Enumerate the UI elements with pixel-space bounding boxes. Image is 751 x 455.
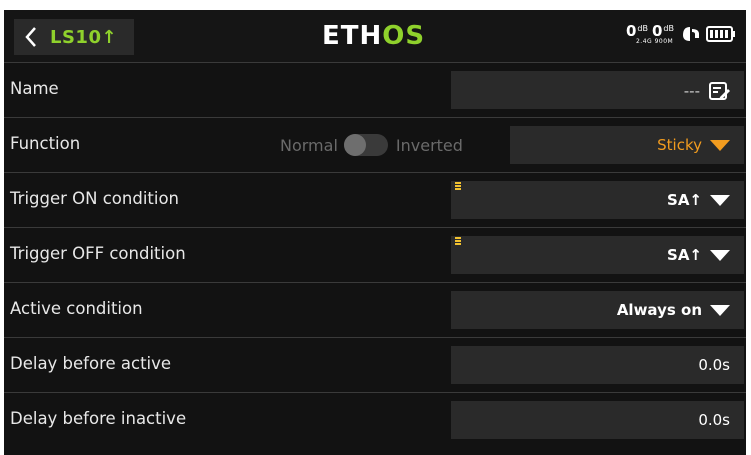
edit-icon — [709, 82, 730, 100]
trigger-on-value: SA↑ — [667, 191, 702, 209]
logic-switch-title: LS10↑ — [50, 26, 118, 48]
name-value: --- — [683, 82, 700, 100]
invert-switch[interactable] — [343, 134, 388, 156]
trigger-on-dropdown[interactable]: SA↑ — [451, 181, 744, 219]
delay-active-label: Delay before active — [10, 354, 172, 373]
function-value: Sticky — [657, 136, 702, 154]
status-area: 0 dB 0 dB 2.4G 900M — [626, 24, 736, 45]
delay-inactive-value: 0.0s — [698, 411, 730, 429]
name-field[interactable]: --- — [451, 71, 744, 109]
row-delay-inactive: Delay before inactive 0.0s — [4, 392, 746, 447]
trigger-off-value: SA↑ — [667, 246, 702, 264]
chevron-left-icon — [25, 27, 36, 47]
function-dropdown[interactable]: Sticky — [510, 126, 744, 164]
normal-label: Normal — [280, 135, 338, 155]
dropdown-arrow-icon — [710, 249, 730, 261]
options-menu-icon[interactable] — [455, 236, 461, 245]
delay-inactive-field[interactable]: 0.0s — [451, 401, 744, 439]
row-function: Function Normal Inverted Sticky — [4, 117, 746, 172]
row-name: Name --- — [4, 62, 746, 117]
name-label: Name — [10, 79, 59, 98]
rssi-24-value: 0 — [625, 22, 637, 40]
options-menu-icon[interactable] — [455, 181, 461, 190]
dropdown-arrow-icon — [710, 304, 730, 316]
row-delay-active: Delay before active 0.0s — [4, 337, 746, 392]
radio-screen: LS10↑ ETHOS 0 dB 0 dB 2.4G 900M Name ---… — [4, 10, 746, 455]
active-condition-label: Active condition — [10, 299, 143, 318]
settings-list: Name --- Function Normal Inverted Sticky… — [4, 62, 746, 447]
dropdown-arrow-icon — [710, 139, 730, 151]
trigger-off-label: Trigger OFF condition — [10, 244, 186, 263]
header-bar: LS10↑ ETHOS 0 dB 0 dB 2.4G 900M — [4, 10, 746, 62]
delay-active-value: 0.0s — [698, 356, 730, 374]
delay-active-field[interactable]: 0.0s — [451, 346, 744, 384]
audio-icon — [683, 27, 699, 41]
switch-knob — [343, 134, 366, 156]
function-label: Function — [10, 134, 81, 153]
row-active-condition: Active condition Always on — [4, 282, 746, 337]
trigger-off-dropdown[interactable]: SA↑ — [451, 236, 744, 274]
active-condition-dropdown[interactable]: Always on — [451, 291, 744, 329]
inverted-label: Inverted — [395, 135, 463, 155]
row-trigger-on: Trigger ON condition SA↑ — [4, 172, 746, 227]
rssi-900-value: 0 — [651, 22, 663, 40]
row-trigger-off: Trigger OFF condition SA↑ — [4, 227, 746, 282]
delay-inactive-label: Delay before inactive — [10, 409, 187, 428]
rssi-indicator: 0 dB 0 dB 2.4G 900M — [625, 22, 674, 46]
active-condition-value: Always on — [616, 301, 702, 319]
battery-icon — [706, 26, 735, 42]
dropdown-arrow-icon — [710, 194, 730, 206]
normal-inverted-toggle[interactable]: Normal Inverted — [280, 134, 463, 156]
trigger-on-label: Trigger ON condition — [10, 189, 180, 208]
ethos-logo: ETHOS — [322, 21, 426, 51]
back-button[interactable]: LS10↑ — [14, 19, 134, 55]
